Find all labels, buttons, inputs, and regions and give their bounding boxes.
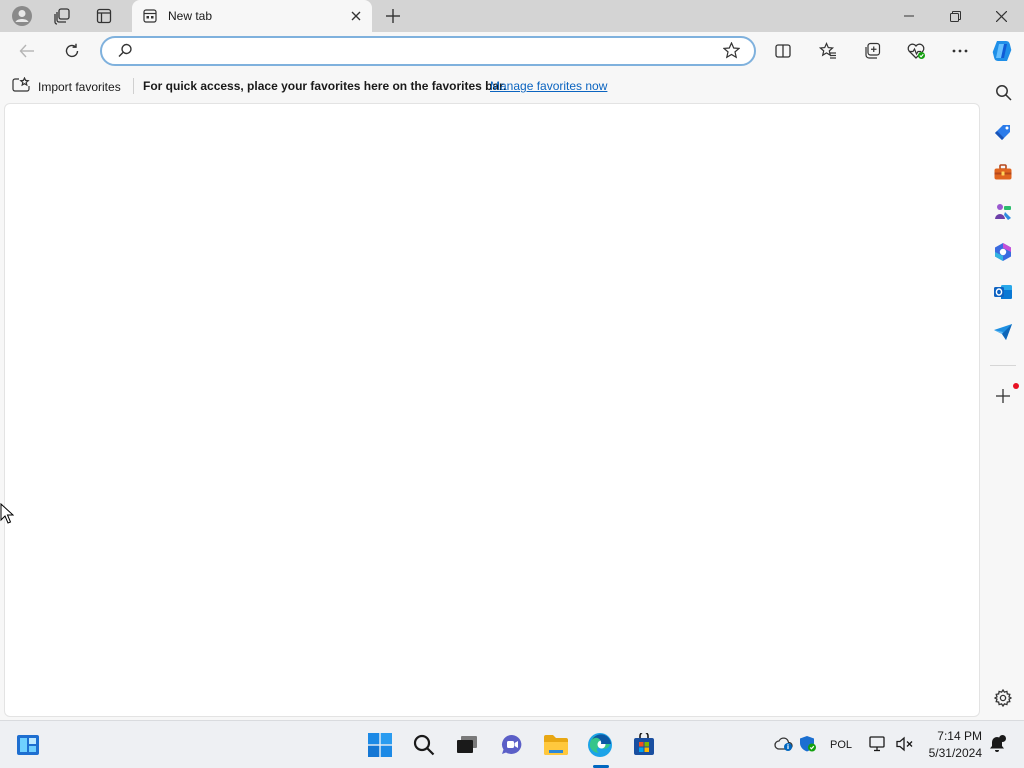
network-icon[interactable]: [869, 736, 887, 755]
clock-date: 5/31/2024: [928, 746, 982, 760]
onedrive-icon[interactable]: [774, 736, 794, 755]
tab-strip: New tab: [0, 0, 1024, 32]
edge-icon[interactable]: [584, 729, 616, 761]
workspaces-icon[interactable]: [48, 4, 76, 28]
tab-new-tab[interactable]: New tab: [132, 0, 372, 32]
tab-actions-icon[interactable]: [90, 4, 118, 28]
browser-essentials-button[interactable]: [901, 37, 931, 65]
more-button[interactable]: [945, 37, 975, 65]
tab-title: New tab: [168, 9, 213, 23]
new-tab-button[interactable]: [380, 4, 406, 28]
shopping-icon[interactable]: [990, 119, 1016, 145]
games-icon[interactable]: [990, 199, 1016, 225]
task-view-icon[interactable]: [451, 729, 483, 761]
search-icon[interactable]: [990, 79, 1016, 105]
settings-icon[interactable]: [990, 685, 1016, 711]
start-icon[interactable]: [364, 729, 396, 761]
back-button[interactable]: [12, 37, 42, 65]
clock-time: 7:14 PM: [937, 729, 982, 743]
tools-icon[interactable]: [990, 159, 1016, 185]
add-favorite-icon[interactable]: [722, 41, 741, 64]
widgets-icon[interactable]: [12, 729, 44, 761]
address-bar[interactable]: [100, 36, 756, 66]
copilot-button[interactable]: [987, 37, 1017, 65]
volume-muted-icon[interactable]: [896, 736, 914, 755]
toolbar: [0, 32, 1024, 70]
microsoft365-icon[interactable]: [990, 239, 1016, 265]
favorites-bar: Import favorites For quick access, place…: [0, 70, 982, 102]
favorites-separator: [133, 78, 134, 94]
address-input[interactable]: [138, 42, 718, 62]
notifications-icon[interactable]: [988, 735, 1006, 756]
split-screen-button[interactable]: [768, 37, 798, 65]
mouse-cursor-icon: [0, 502, 15, 530]
favorites-bar-message: For quick access, place your favorites h…: [143, 79, 507, 93]
clock[interactable]: 7:14 PM 5/31/2024: [918, 728, 982, 762]
add-icon[interactable]: [990, 383, 1016, 409]
taskbar-search-icon[interactable]: [408, 729, 440, 761]
manage-favorites-link[interactable]: Manage favorites now: [490, 79, 607, 93]
restore-button[interactable]: [932, 0, 978, 32]
import-favorites-button[interactable]: Import favorites: [12, 76, 121, 96]
import-favorites-label: Import favorites: [38, 79, 121, 94]
drop-icon[interactable]: [990, 319, 1016, 345]
file-explorer-icon[interactable]: [540, 729, 572, 761]
sidebar-separator: [990, 365, 1016, 366]
outlook-icon[interactable]: [990, 279, 1016, 305]
search-icon: [118, 43, 133, 63]
chat-icon[interactable]: [496, 729, 528, 761]
page-content[interactable]: [4, 103, 980, 717]
collections-button[interactable]: [857, 37, 887, 65]
sidebar: [982, 70, 1024, 718]
language-indicator[interactable]: POL: [830, 739, 852, 751]
security-icon[interactable]: [799, 735, 817, 756]
close-window-button[interactable]: [978, 0, 1024, 32]
favorites-button[interactable]: [813, 37, 843, 65]
notification-dot: [1013, 383, 1019, 389]
profile-icon[interactable]: [8, 4, 36, 28]
close-tab-icon[interactable]: [346, 6, 366, 26]
new-tab-icon: [142, 8, 158, 24]
import-icon: [12, 76, 30, 96]
refresh-button[interactable]: [57, 37, 87, 65]
minimize-button[interactable]: [886, 0, 932, 32]
store-icon[interactable]: [628, 729, 660, 761]
taskbar: POL 7:14 PM 5/31/2024: [0, 720, 1024, 768]
